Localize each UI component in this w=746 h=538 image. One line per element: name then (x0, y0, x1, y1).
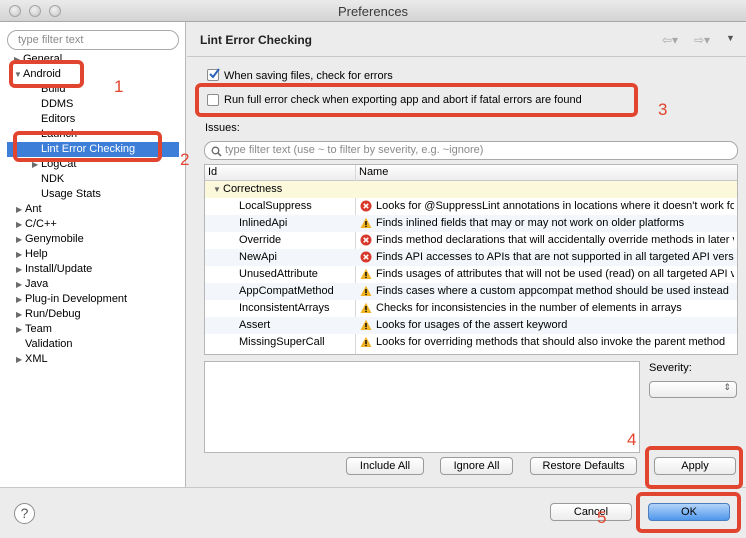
page-title: Lint Error Checking (200, 33, 313, 47)
annotation-number: 1 (114, 77, 124, 96)
annotation-box (636, 492, 741, 533)
tree-item-genymobile[interactable]: ▶ Genymobile (16, 232, 84, 247)
tree-item-ddms[interactable]: DDMS (41, 97, 73, 112)
tree-item-install-update[interactable]: ▶ Install/Update (16, 262, 92, 277)
tree-item-run-debug[interactable]: ▶ Run/Debug (16, 307, 81, 322)
forward-arrow-icon[interactable]: ⇨▾ (694, 33, 710, 47)
annotation-box (9, 60, 84, 88)
collapse-triangle-icon[interactable]: ▼ (213, 181, 221, 198)
issues-label: Issues: (205, 122, 240, 134)
issue-detail-text (204, 361, 640, 453)
tree-item-help[interactable]: ▶ Help (16, 247, 48, 262)
table-row[interactable]: MissingSuperCall Looks for overriding me… (205, 334, 737, 351)
cancel-button[interactable]: Cancel (550, 503, 632, 521)
column-header-name[interactable]: Name (359, 166, 388, 178)
warning-icon (360, 285, 372, 296)
tree-item-ndk[interactable]: NDK (41, 172, 64, 187)
preferences-tree-pane: type filter text ▶ General ▼Android Build… (0, 22, 186, 487)
table-row[interactable]: Assert Looks for usages of the assert ke… (205, 317, 737, 334)
annotation-number: 3 (658, 100, 668, 119)
tree-item-ant[interactable]: ▶ Ant (16, 202, 42, 217)
table-row[interactable]: AppCompatMethod Finds cases where a cust… (205, 283, 737, 300)
annotation-number: 4 (627, 430, 637, 449)
ignore-all-button[interactable]: Ignore All (440, 457, 513, 475)
search-icon (211, 146, 222, 157)
warning-icon (360, 336, 372, 347)
tree-item-plugin-development[interactable]: ▶ Plug-in Development (16, 292, 127, 307)
expand-triangle-icon[interactable]: ▶ (16, 247, 25, 262)
warning-icon (360, 268, 372, 279)
tree-item-java[interactable]: ▶ Java (16, 277, 48, 292)
back-arrow-icon[interactable]: ⇦▾ (662, 33, 678, 47)
expand-triangle-icon[interactable]: ▶ (16, 262, 25, 277)
table-row[interactable]: LocalSuppress Looks for @SuppressLint an… (205, 198, 737, 215)
issues-table: Id Name ▼ Correctness LocalSuppress Look… (204, 164, 738, 355)
include-all-button[interactable]: Include All (346, 457, 424, 475)
expand-triangle-icon[interactable]: ▶ (16, 322, 25, 337)
error-icon (360, 200, 372, 212)
expand-triangle-icon[interactable]: ▶ (16, 352, 25, 367)
warning-icon (360, 217, 372, 228)
issues-filter-input[interactable]: type filter text (use ~ to filter by sev… (204, 141, 738, 160)
tree-filter-input[interactable]: type filter text (7, 30, 179, 50)
restore-defaults-button[interactable]: Restore Defaults (530, 457, 637, 475)
warning-icon (360, 302, 372, 313)
table-header: Id Name (205, 165, 737, 181)
tree-item-team[interactable]: ▶ Team (16, 322, 52, 337)
window-title: Preferences (337, 4, 409, 19)
table-row[interactable]: InlinedApi Finds inlined fields that may… (205, 215, 737, 232)
warning-icon (360, 319, 372, 330)
annotation-box (645, 446, 743, 489)
tree-item-xml[interactable]: ▶ XML (16, 352, 48, 367)
check-on-save-label: When saving files, check for errors (224, 70, 393, 82)
annotation-number: 5 (597, 508, 607, 527)
dropdown-arrows-icon: ⇕ (723, 382, 731, 392)
view-menu-icon[interactable]: ▼ (726, 33, 735, 43)
expand-triangle-icon[interactable]: ▶ (16, 217, 25, 232)
tree-item-editors[interactable]: Editors (41, 112, 75, 127)
table-row[interactable]: UnusedAttribute Finds usages of attribut… (205, 266, 737, 283)
tree-item-usage-stats[interactable]: Usage Stats (41, 187, 101, 202)
error-icon (360, 234, 372, 246)
dialog-footer: ? (0, 487, 746, 538)
tree-item-validation[interactable]: Validation (25, 337, 73, 352)
expand-triangle-icon[interactable]: ▶ (16, 307, 25, 322)
annotation-box (13, 131, 162, 162)
annotation-box (195, 83, 638, 117)
table-row[interactable]: InconsistentArrays Checks for inconsiste… (205, 300, 737, 317)
title-bar: Preferences (0, 0, 746, 22)
help-button[interactable]: ? (14, 503, 35, 524)
annotation-number: 2 (180, 150, 190, 169)
expand-triangle-icon[interactable]: ▶ (16, 202, 25, 217)
check-on-save-checkbox[interactable] (207, 68, 220, 81)
checkmark-icon (209, 68, 220, 79)
expand-triangle-icon[interactable]: ▶ (16, 232, 25, 247)
error-icon (360, 251, 372, 263)
column-header-id[interactable]: Id (208, 166, 217, 178)
category-row[interactable]: ▼ Correctness (205, 181, 737, 198)
header-divider (187, 56, 746, 57)
tree-item-cpp[interactable]: ▶ C/C++ (16, 217, 57, 232)
table-row[interactable]: NewApi Finds API accesses to APIs that a… (205, 249, 737, 266)
severity-select[interactable]: ⇕ (649, 381, 737, 398)
expand-triangle-icon[interactable]: ▶ (16, 292, 25, 307)
severity-label: Severity: (649, 362, 692, 374)
table-row[interactable]: Override Finds method declarations that … (205, 232, 737, 249)
expand-triangle-icon[interactable]: ▶ (16, 277, 25, 292)
